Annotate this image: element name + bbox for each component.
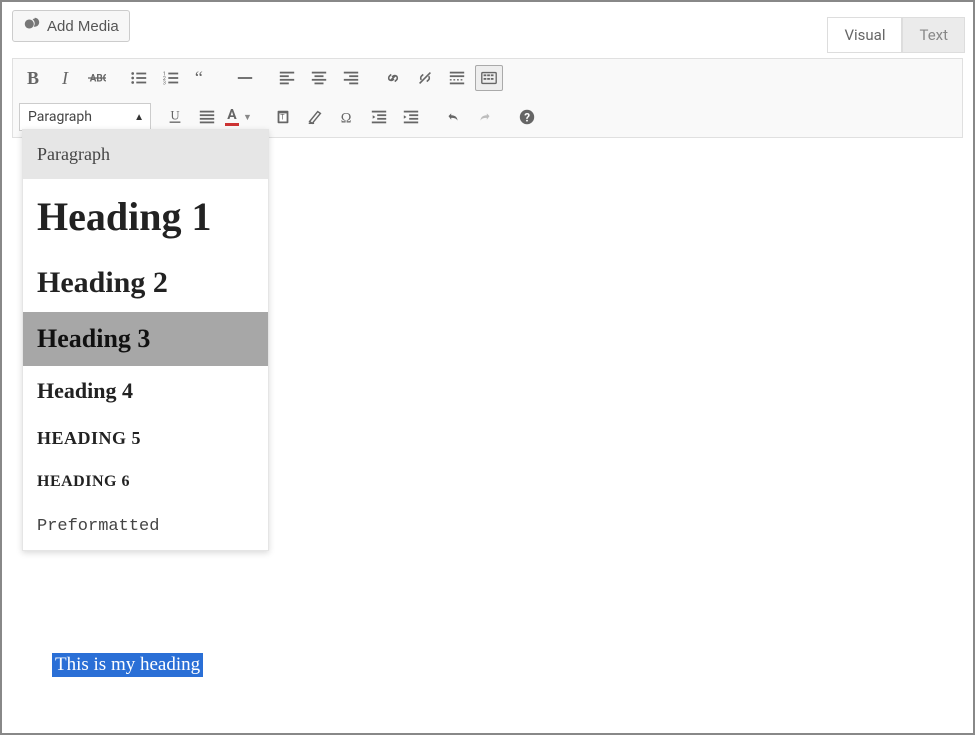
svg-text:T: T: [280, 113, 285, 122]
chevron-down-icon: ▼: [240, 112, 255, 123]
media-icon: [23, 15, 41, 37]
svg-text:U: U: [171, 109, 180, 123]
help-button[interactable]: ?: [513, 104, 541, 130]
underline-button[interactable]: U: [161, 104, 189, 130]
format-option-h4[interactable]: Heading 4: [23, 366, 268, 416]
outdent-button[interactable]: [365, 104, 393, 130]
justify-button[interactable]: [193, 104, 221, 130]
strikethrough-button[interactable]: ABC: [83, 65, 111, 91]
format-option-h6[interactable]: Heading 6: [23, 461, 268, 503]
format-select-label: Paragraph: [28, 109, 92, 125]
add-media-button[interactable]: Add Media: [12, 10, 130, 42]
add-media-label: Add Media: [47, 18, 119, 35]
selected-text[interactable]: This is my heading: [52, 653, 203, 677]
format-option-paragraph[interactable]: Paragraph: [23, 130, 268, 179]
svg-text:3: 3: [163, 80, 166, 86]
format-option-preformatted[interactable]: Preformatted: [23, 503, 268, 550]
svg-text:Ω: Ω: [341, 110, 352, 126]
text-color-button[interactable]: A ▼: [225, 108, 255, 126]
toolbar-row-1: B I ABC 123 “: [13, 59, 962, 97]
editor-tabs: Visual Text: [827, 16, 965, 52]
redo-button[interactable]: [471, 104, 499, 130]
paste-text-button[interactable]: T: [269, 104, 297, 130]
numbered-list-button[interactable]: 123: [157, 65, 185, 91]
undo-button[interactable]: [439, 104, 467, 130]
link-button[interactable]: [379, 65, 407, 91]
read-more-button[interactable]: [443, 65, 471, 91]
indent-button[interactable]: [397, 104, 425, 130]
bold-button[interactable]: B: [19, 65, 47, 91]
format-option-h1[interactable]: Heading 1: [23, 179, 268, 254]
svg-text:?: ?: [524, 111, 530, 125]
tab-text[interactable]: Text: [902, 17, 965, 53]
editor-window: Add Media Visual Text B I ABC 123 “: [0, 0, 975, 735]
special-char-button[interactable]: Ω: [333, 104, 361, 130]
chevron-up-icon: ▲: [134, 112, 144, 123]
italic-button[interactable]: I: [51, 65, 79, 91]
align-right-button[interactable]: [337, 65, 365, 91]
format-select[interactable]: Paragraph ▲: [19, 103, 151, 131]
topbar: Add Media Visual Text: [2, 2, 973, 52]
toolbar-toggle-button[interactable]: [475, 65, 503, 91]
bullet-list-button[interactable]: [125, 65, 153, 91]
align-center-button[interactable]: [305, 65, 333, 91]
unlink-button[interactable]: [411, 65, 439, 91]
tab-visual[interactable]: Visual: [827, 17, 902, 53]
horizontal-rule-button[interactable]: [231, 65, 259, 91]
text-color-icon: A: [225, 108, 239, 126]
format-dropdown: Paragraph Heading 1 Heading 2 Heading 3 …: [22, 129, 269, 551]
format-option-h3[interactable]: Heading 3: [23, 312, 268, 366]
format-option-h2[interactable]: Heading 2: [23, 254, 268, 312]
svg-text:“: “: [195, 69, 203, 87]
format-option-h5[interactable]: Heading 5: [23, 416, 268, 461]
align-left-button[interactable]: [273, 65, 301, 91]
toolbar: B I ABC 123 “: [12, 58, 963, 138]
clear-formatting-button[interactable]: [301, 104, 329, 130]
blockquote-button[interactable]: “: [189, 65, 217, 91]
svg-text:ABC: ABC: [90, 74, 106, 85]
